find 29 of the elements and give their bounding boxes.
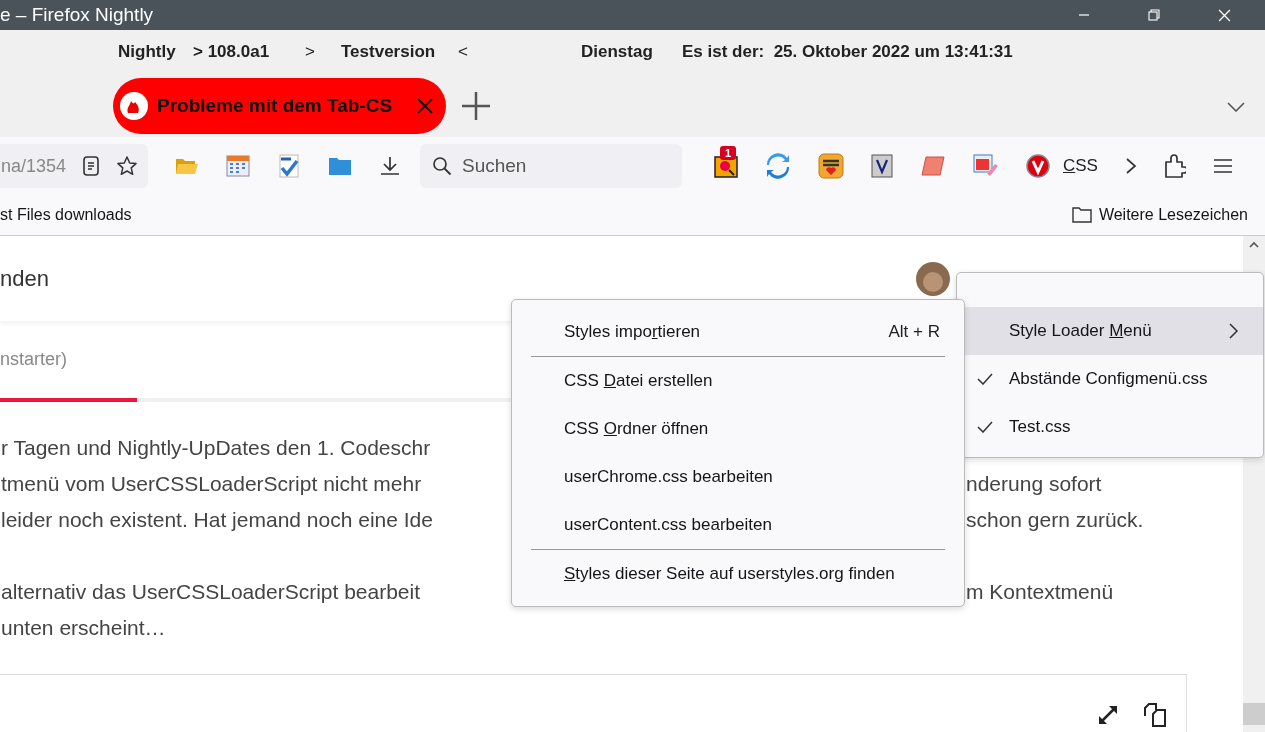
notification-badge: 1: [720, 146, 737, 160]
post-text: tmenü vom UserCSSLoaderScript nicht mehr: [1, 472, 422, 496]
bookmarks-folder[interactable]: Weitere Lesezeichen: [1071, 206, 1248, 224]
menu-item[interactable]: userContent.css bearbeiten: [512, 501, 964, 549]
post-text: unten erscheint…: [1, 616, 166, 640]
bookmark-item[interactable]: st Files downloads: [0, 206, 132, 224]
info-text: Dienstag: [581, 42, 653, 62]
browser-tab[interactable]: Probleme mit dem Tab-CS: [113, 78, 446, 134]
menu-item[interactable]: CSS Ordner öffnen: [512, 405, 964, 453]
menu-item[interactable]: userChrome.css bearbeiten: [512, 453, 964, 501]
info-text: <: [458, 42, 468, 62]
search-field[interactable]: Suchen: [420, 144, 682, 188]
menu-item[interactable]: Styles dieser Seite auf userstyles.org finden: [512, 550, 964, 598]
info-text: >: [305, 42, 315, 62]
css-button[interactable]: CSS: [1063, 156, 1098, 176]
post-text: nderung sofort: [966, 472, 1102, 496]
tab-label[interactable]: nstarter): [0, 349, 68, 370]
menu-item[interactable]: CSS Datei erstellen: [512, 357, 964, 405]
info-text: > 108.0a1: [193, 42, 270, 62]
post-text: leider noch existent. Hat jemand noch eine Ide: [1, 508, 433, 532]
window-title: e – Firefox Nightly: [0, 4, 154, 26]
info-text: Es ist der: 25. Oktober 2022 um 13:41:31: [682, 42, 1013, 62]
post-text: alternativ das UserCSSLoaderScript bearbeit: [1, 580, 421, 604]
post-text: schon gern zurück.: [966, 508, 1144, 532]
info-text: Testversion: [341, 42, 436, 62]
info-text: Nightly: [118, 42, 176, 62]
post-text: r Tagen und Nightly-UpDates den 1. Codeschr: [1, 436, 431, 460]
page-heading: nden: [0, 265, 49, 292]
post-text: m Kontextmenü: [966, 580, 1114, 604]
